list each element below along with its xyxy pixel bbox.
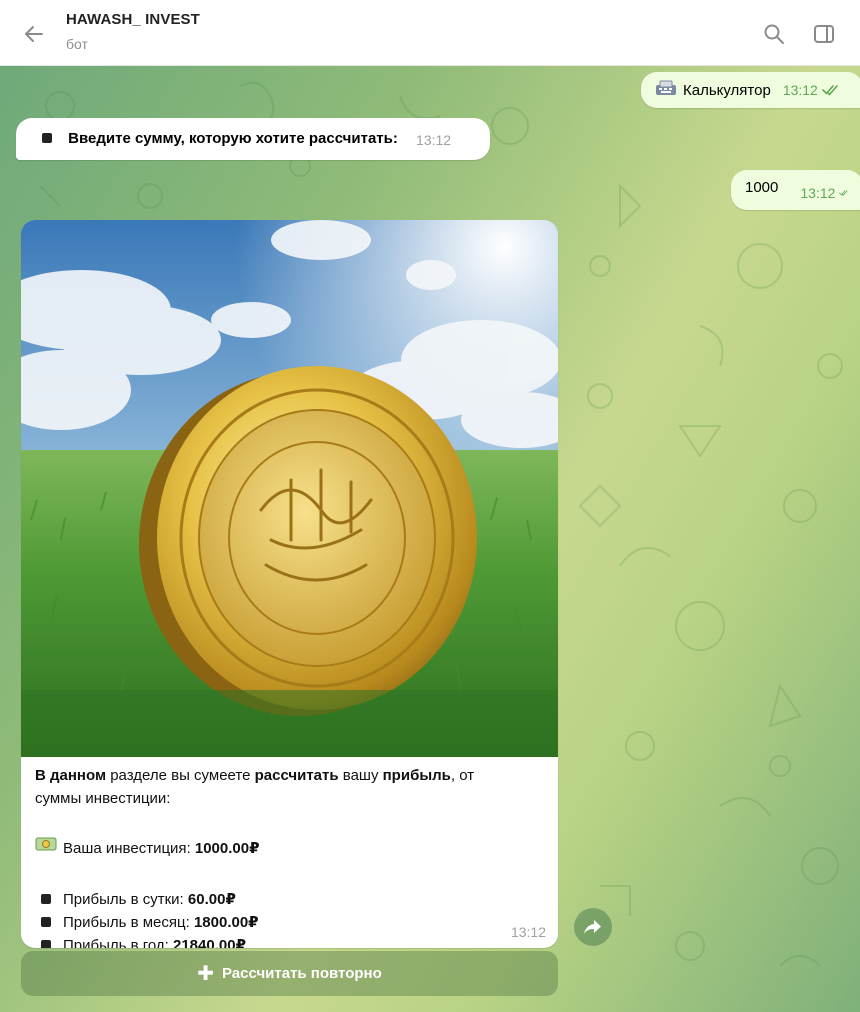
double-check-icon [839, 190, 848, 197]
arrow-left-icon [25, 26, 43, 42]
intro-text-6: , от [450, 767, 475, 784]
search-button[interactable] [758, 18, 790, 50]
intro-bold-1: В данном [35, 767, 107, 784]
black-square-icon [41, 894, 51, 905]
intro-bold-5: прибыль [382, 767, 451, 784]
profit-month-label: Прибыль в месяц: [63, 914, 194, 931]
result-text: В данном разделе вы сумеете рассчитать в… [35, 764, 545, 948]
intro-text-4: вашу [338, 767, 383, 784]
double-check-icon [822, 85, 838, 96]
chat-title[interactable]: HAWASH_ INVEST [66, 11, 200, 28]
plus-icon: ✚ [197, 962, 214, 985]
recalculate-button[interactable]: ✚ Рассчитать повторно [21, 951, 558, 996]
message-time: 13:12 [800, 185, 836, 201]
forward-arrow-icon [584, 920, 601, 934]
profit-day-line: Прибыль в сутки: 60.00₽ [35, 888, 545, 911]
black-square-icon [41, 940, 51, 948]
chat-subtitle: бот [66, 36, 88, 52]
investment-value: 1000.00₽ [194, 840, 260, 857]
black-square-icon [42, 133, 52, 144]
side-panel-button[interactable] [808, 18, 840, 50]
message-time: 13:12 [416, 132, 452, 148]
recalculate-label: Рассчитать повторно [222, 965, 382, 982]
forward-button[interactable] [574, 908, 612, 946]
profit-day-label: Прибыль в сутки: [63, 891, 188, 908]
profit-year-value: 21840.00₽ [173, 937, 247, 948]
message-time: 13:12 [782, 82, 818, 98]
gold-coin-image[interactable] [21, 220, 558, 757]
keyboard-icon [655, 80, 677, 100]
intro-line-2: суммы инвестиции: [35, 790, 171, 807]
profit-day-value: 60.00₽ [187, 891, 236, 908]
message-time: 13:12 [510, 924, 546, 940]
back-button[interactable] [18, 18, 50, 50]
intro-text-2: разделе вы сумеете [106, 767, 255, 784]
profit-year-label: Прибыль в год: [63, 937, 173, 948]
black-square-icon [41, 917, 51, 928]
message-text: 1000 [745, 178, 779, 196]
chat-area[interactable]: Калькулятор 13:12 Введите сумму, которую… [0, 66, 860, 1012]
outgoing-message-calculator[interactable]: Калькулятор 13:12 [641, 72, 860, 108]
intro-line-1: В данном разделе вы сумеете рассчитать в… [35, 764, 545, 787]
message-text: Калькулятор [683, 81, 771, 99]
investment-line: Ваша инвестиция: 1000.00₽ [35, 837, 545, 860]
intro-bold-3: рассчитать [254, 767, 339, 784]
incoming-message-prompt[interactable]: Введите сумму, которую хотите рассчитать… [16, 118, 490, 160]
message-text: Введите сумму, которую хотите рассчитать… [68, 130, 398, 147]
outgoing-message-amount[interactable]: 1000 13:12 [731, 170, 860, 210]
result-message[interactable]: В данном разделе вы сумеете рассчитать в… [21, 220, 558, 948]
search-icon [764, 24, 784, 44]
profit-month-value: 1800.00₽ [193, 914, 259, 931]
sidebar-icon [814, 25, 834, 43]
money-icon [35, 836, 57, 859]
profit-year-line: Прибыль в год: 21840.00₽ [35, 934, 545, 948]
profit-month-line: Прибыль в месяц: 1800.00₽ [35, 911, 545, 934]
investment-label: Ваша инвестиция: [63, 840, 195, 857]
chat-header: HAWASH_ INVEST бот [0, 0, 860, 66]
